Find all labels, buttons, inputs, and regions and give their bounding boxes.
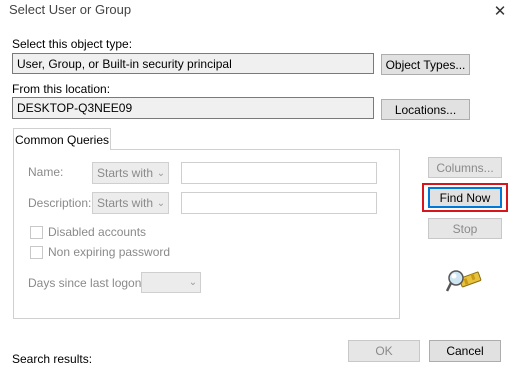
find-now-button[interactable]: Find Now xyxy=(428,187,502,208)
days-since-logon-select[interactable]: ⌄ xyxy=(141,272,201,293)
window-title: Select User or Group xyxy=(9,2,132,17)
close-icon[interactable]: ✕ xyxy=(492,2,508,20)
object-types-button[interactable]: Object Types... xyxy=(381,54,470,75)
columns-button[interactable]: Columns... xyxy=(428,157,502,178)
location-label: From this location: xyxy=(12,82,111,96)
common-queries-panel: Name: Starts with ⌄ Description: Starts … xyxy=(13,149,400,319)
name-label: Name: xyxy=(28,165,64,179)
tab-common-queries[interactable]: Common Queries xyxy=(13,128,111,150)
days-since-logon-label: Days since last logon: xyxy=(28,276,145,290)
locations-button[interactable]: Locations... xyxy=(381,99,470,120)
name-mode-value: Starts with xyxy=(97,166,154,180)
chevron-down-icon: ⌄ xyxy=(156,197,166,209)
description-mode-select[interactable]: Starts with ⌄ xyxy=(92,192,169,214)
chevron-down-icon: ⌄ xyxy=(156,167,166,179)
object-type-label: Select this object type: xyxy=(12,37,133,51)
non-expiring-password-checkbox[interactable] xyxy=(30,246,43,259)
description-mode-value: Starts with xyxy=(97,196,154,210)
chevron-down-icon: ⌄ xyxy=(188,277,198,288)
ok-button[interactable]: OK xyxy=(348,340,420,362)
disabled-accounts-label: Disabled accounts xyxy=(48,225,147,239)
object-type-field: User, Group, or Built-in security princi… xyxy=(12,53,374,74)
search-results-label: Search results: xyxy=(12,352,93,366)
stop-button[interactable]: Stop xyxy=(428,218,502,239)
location-field: DESKTOP-Q3NEE09 xyxy=(12,97,374,119)
non-expiring-password-label: Non expiring password xyxy=(48,245,171,259)
description-input[interactable] xyxy=(181,192,377,214)
disabled-accounts-checkbox[interactable] xyxy=(30,226,43,239)
name-mode-select[interactable]: Starts with ⌄ xyxy=(92,162,169,184)
description-label: Description: xyxy=(28,196,92,210)
search-flashlight-icon xyxy=(446,270,482,292)
name-input[interactable] xyxy=(181,162,377,184)
cancel-button[interactable]: Cancel xyxy=(429,340,501,362)
